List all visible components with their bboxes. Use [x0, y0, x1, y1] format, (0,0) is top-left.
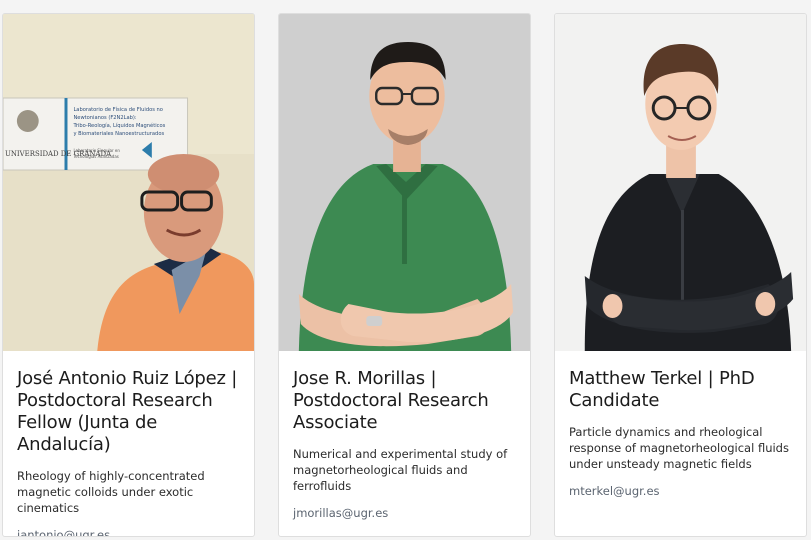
team-member-card: Matthew Terkel | PhD Candidate Particle … [554, 13, 807, 537]
svg-text:Tecnologías Avanzadas: Tecnologías Avanzadas [72, 154, 118, 159]
team-member-card: UNIVERSIDAD DE GRANADA Laboratorio de Fí… [2, 13, 255, 537]
member-description: Numerical and experimental study of magn… [293, 447, 508, 493]
member-name: José Antonio Ruiz López | Postdoctoral R… [17, 368, 238, 455]
member-email-link[interactable]: mterkel@ugr.es [569, 483, 792, 499]
profile-photo [555, 14, 806, 351]
profile-photo: UNIVERSIDAD DE GRANADA Laboratorio de Fí… [3, 14, 254, 351]
team-member-card: Jose R. Morillas | Postdoctoral Research… [278, 13, 531, 537]
member-email-link[interactable]: jmorillas@ugr.es [293, 505, 516, 521]
member-name: Matthew Terkel | PhD Candidate [569, 368, 755, 411]
svg-text:Tribo-Reología, Líquidos Magné: Tribo-Reología, Líquidos Magnéticos [72, 122, 165, 129]
profile-photo [279, 14, 530, 351]
member-description: Rheology of highly-concentrated magnetic… [17, 469, 205, 515]
member-description: Particle dynamics and rheological respon… [569, 425, 789, 471]
svg-text:y Biomateriales Nanoestructura: y Biomateriales Nanoestructurados [73, 131, 164, 137]
svg-text:Laboratorio Singular en: Laboratorio Singular en [73, 148, 120, 153]
svg-text:Laboratorio de Física de Fluid: Laboratorio de Física de Fluidos no [73, 106, 163, 113]
svg-text:Newtonianos (F2N2Lab):: Newtonianos (F2N2Lab): [73, 115, 136, 121]
member-name: Jose R. Morillas | Postdoctoral Research… [293, 368, 489, 433]
member-email-link[interactable]: jantonio@ugr.es [17, 527, 240, 536]
